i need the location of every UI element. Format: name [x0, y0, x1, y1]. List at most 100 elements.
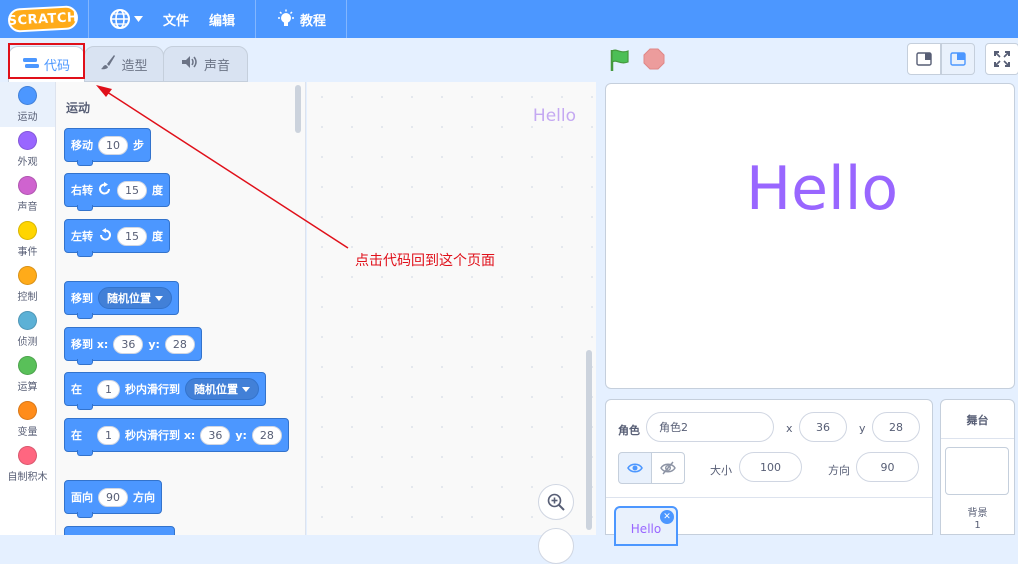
language-menu[interactable]: [99, 0, 153, 38]
speaker-icon: [181, 55, 199, 73]
sprite-info: 角色 角色2 x 36 y 28 大小 100 方向 90: [606, 400, 932, 498]
point-towards-block[interactable]: [64, 526, 175, 535]
edit-menu[interactable]: 编辑: [199, 0, 245, 38]
glide-target-dropdown[interactable]: 随机位置: [185, 378, 259, 400]
block-label: 左转: [71, 230, 93, 243]
small-stage-icon: [916, 52, 932, 66]
x-input[interactable]: 36: [200, 425, 231, 445]
tab-sounds[interactable]: 声音: [163, 46, 248, 82]
hide-sprite-button[interactable]: [651, 452, 685, 484]
stop-icon: [643, 48, 665, 70]
category-dot-icon: [18, 131, 37, 150]
annotation-text: 点击代码回到这个页面: [355, 253, 495, 269]
rotate-right-icon: [98, 181, 112, 199]
script-area[interactable]: Hello: [307, 82, 596, 564]
category-my-blocks[interactable]: 自制积木: [0, 442, 55, 487]
scratch-logo[interactable]: SCRATCH: [7, 5, 79, 33]
x-input[interactable]: 36: [113, 334, 144, 354]
x-position-input[interactable]: 36: [799, 412, 847, 442]
backdrop-thumbnail[interactable]: [945, 447, 1009, 495]
green-flag-button[interactable]: [608, 48, 632, 75]
stage-sprite-text[interactable]: Hello: [746, 154, 898, 224]
category-looks[interactable]: 外观: [0, 127, 55, 172]
category-motion[interactable]: 运动: [0, 82, 55, 127]
file-menu[interactable]: 文件: [153, 0, 199, 38]
stop-button[interactable]: [643, 48, 665, 75]
block-label: 步: [133, 139, 144, 152]
eye-slash-icon: [660, 461, 676, 475]
sprite-name-input[interactable]: 角色2: [646, 412, 774, 442]
category-dot-icon: [18, 221, 37, 240]
direction-input[interactable]: 90: [856, 452, 919, 482]
block-label: 方向: [133, 491, 155, 504]
menu-bar: SCRATCH 文件 编辑 教程: [0, 0, 1018, 38]
turn-left-block[interactable]: 左转 15 度: [64, 219, 170, 257]
stage-size-controls: [907, 43, 1018, 75]
script-scrollbar[interactable]: [586, 350, 592, 530]
current-sprite-watermark: Hello: [532, 106, 576, 126]
category-label: 变量: [17, 427, 38, 438]
sprite-name-label: 角色: [618, 424, 640, 437]
backdrop-count: 1: [974, 520, 981, 531]
glide-xy-block[interactable]: 在 1 秒内滑行到 x: 36 y: 28: [64, 418, 289, 456]
brush-icon: [100, 54, 116, 74]
block-label: 秒内滑行到 x:: [125, 429, 196, 442]
palette-section-title: 运动: [66, 101, 91, 115]
y-input[interactable]: 28: [164, 334, 195, 354]
glide-random-block[interactable]: 在 1 秒内滑行到 随机位置: [64, 372, 266, 410]
category-sensing[interactable]: 侦测: [0, 307, 55, 352]
normal-stage-icon: [950, 52, 966, 66]
y-position-input[interactable]: 28: [872, 412, 920, 442]
direction-input[interactable]: 90: [98, 487, 128, 507]
zoom-out-button[interactable]: [538, 528, 574, 564]
zoom-in-button[interactable]: [538, 484, 574, 520]
category-dot-icon: [18, 176, 37, 195]
category-label: 声音: [17, 202, 38, 213]
move-steps-block[interactable]: 移动 10 步: [64, 128, 151, 166]
goto-target-dropdown[interactable]: 随机位置: [98, 287, 172, 309]
seconds-input[interactable]: 1: [97, 379, 120, 399]
stage-selector-title: 舞台: [966, 414, 989, 427]
category-events[interactable]: 事件: [0, 217, 55, 262]
seconds-input[interactable]: 1: [97, 425, 120, 445]
degrees-input[interactable]: 15: [117, 180, 147, 200]
stage-canvas[interactable]: Hello: [605, 83, 1015, 389]
chevron-down-icon: [242, 386, 250, 392]
normal-stage-button[interactable]: [941, 43, 975, 75]
fullscreen-button[interactable]: [985, 43, 1018, 75]
green-flag-icon: [610, 49, 629, 71]
turn-right-block[interactable]: 右转 15 度: [64, 173, 170, 211]
steps-input[interactable]: 10: [98, 135, 128, 155]
menu-divider: [346, 0, 348, 38]
stage-selector[interactable]: 舞台 背景 1: [940, 399, 1015, 535]
category-operators[interactable]: 运算: [0, 352, 55, 397]
category-dot-icon: [18, 266, 37, 285]
delete-sprite-icon[interactable]: ✕: [660, 510, 674, 524]
degrees-input[interactable]: 15: [117, 226, 147, 246]
run-controls: [608, 48, 665, 75]
eye-icon: [627, 463, 643, 473]
palette-scrollbar[interactable]: [295, 85, 301, 133]
goto-xy-block[interactable]: 移到 x: 36 y: 28: [64, 327, 202, 365]
y-label: y: [859, 422, 866, 435]
show-sprite-button[interactable]: [618, 452, 652, 484]
tab-costumes[interactable]: 造型: [84, 46, 164, 82]
category-control[interactable]: 控制: [0, 262, 55, 307]
tab-costumes-label: 造型: [121, 58, 148, 74]
block-palette: 运动 移动 10 步 右转 15 度 左转 15 度 移到 随机位置 移到 x:…: [56, 82, 306, 535]
sprite-thumbnail[interactable]: Hello ✕: [614, 506, 678, 546]
point-direction-block[interactable]: 面向 90 方向: [64, 480, 162, 518]
small-stage-button[interactable]: [907, 43, 941, 75]
tutorial-menu[interactable]: 教程: [266, 0, 336, 38]
annotation-highlight-box: [8, 43, 85, 79]
divider: [941, 438, 1014, 439]
category-variables[interactable]: 变量: [0, 397, 55, 442]
size-input[interactable]: 100: [739, 452, 802, 482]
category-sound[interactable]: 声音: [0, 172, 55, 217]
category-dot-icon: [18, 401, 37, 420]
category-dot-icon: [18, 446, 37, 465]
y-input[interactable]: 28: [251, 425, 282, 445]
goto-block[interactable]: 移到 随机位置: [64, 281, 179, 319]
chevron-down-icon: [155, 295, 163, 301]
block-label: 在: [71, 383, 82, 396]
